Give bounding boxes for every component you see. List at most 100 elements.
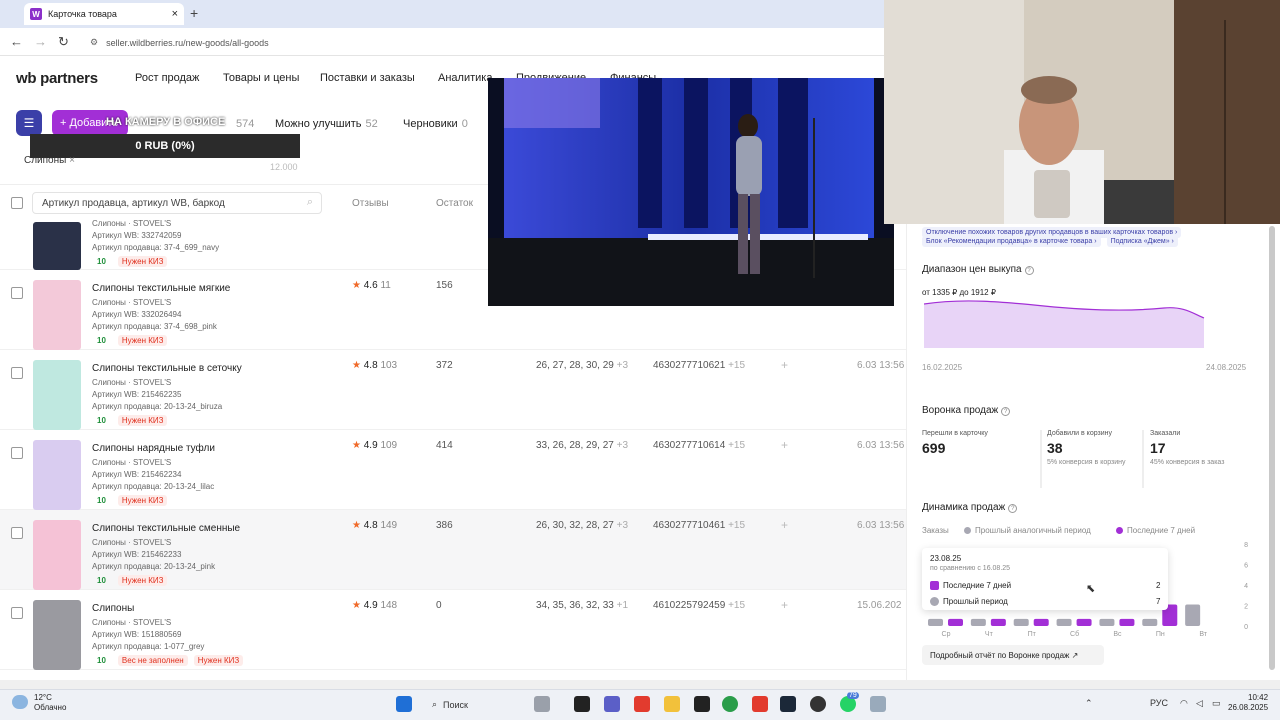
browser-tab[interactable]: W Карточка товара ×	[24, 3, 184, 25]
product-name[interactable]: Слипоны нарядные туфли	[92, 443, 215, 454]
all-count[interactable]: 574	[232, 118, 254, 130]
product-thumbnail[interactable]	[33, 600, 81, 670]
bar-previous-period[interactable]	[1099, 618, 1115, 626]
wifi-icon[interactable]: ◠	[1180, 698, 1188, 709]
back-icon[interactable]: ←	[10, 34, 23, 49]
help-icon[interactable]: ?	[1024, 266, 1034, 275]
product-rating: ★ 4.9 148	[352, 600, 397, 611]
help-icon[interactable]: ?	[1001, 407, 1011, 416]
row-badges: 10 Нужен КИЗ	[97, 256, 168, 267]
link-seller-recommendations[interactable]: Блок «Рекомендации продавца» в карточке …	[922, 236, 1101, 247]
wb-partners-logo[interactable]: wb partners	[16, 70, 98, 87]
legend-last[interactable]: Последние 7 дней	[1116, 526, 1195, 535]
product-thumbnail[interactable]	[33, 440, 81, 510]
new-tab-button[interactable]: +	[190, 5, 198, 21]
tab-can-improve[interactable]: Можно улучшить 52	[275, 118, 378, 130]
speaker-icon[interactable]: ◁	[1196, 698, 1203, 709]
bar-previous-period[interactable]	[1185, 604, 1201, 626]
app-icon[interactable]	[870, 696, 886, 712]
tab-drafts[interactable]: Черновики 0	[403, 118, 468, 130]
sizes-more[interactable]: +3	[617, 360, 628, 371]
barcode-more[interactable]: +15	[728, 360, 745, 371]
add-icon[interactable]: +	[781, 518, 788, 532]
row-checkbox[interactable]	[11, 527, 23, 539]
link-jam-subscription[interactable]: Подписка «Джем» ›	[1106, 236, 1178, 247]
sizes-more[interactable]: +3	[617, 520, 628, 531]
tooltip-compare: по сравнению с 16.08.25	[930, 565, 1011, 572]
bar-last-7-days[interactable]	[990, 618, 1006, 626]
url-field[interactable]: ⚙ seller.wildberries.ru/new-goods/all-go…	[82, 34, 862, 51]
steam-icon[interactable]	[780, 696, 796, 712]
chip-close-icon[interactable]: ×	[69, 155, 75, 166]
obs-icon[interactable]	[810, 696, 826, 712]
nav-analytics[interactable]: Аналитика	[438, 72, 492, 84]
product-thumbnail[interactable]	[33, 222, 81, 270]
product-thumbnail[interactable]	[33, 520, 81, 590]
app-icon[interactable]	[694, 696, 710, 712]
product-name[interactable]: Слипоны текстильные сменные	[92, 523, 240, 534]
column-stock[interactable]: Остаток	[436, 198, 473, 209]
bar-previous-period[interactable]	[1013, 618, 1029, 626]
weather-widget[interactable]: 12°C Облачно	[12, 693, 66, 713]
teams-icon[interactable]	[604, 696, 620, 712]
add-icon[interactable]: +	[781, 438, 788, 452]
price-range-chart	[924, 300, 1205, 348]
orders-label: Заказы	[922, 526, 949, 535]
windows-start-icon[interactable]	[396, 696, 412, 712]
product-date: 6.03 13:56	[857, 520, 905, 531]
product-name[interactable]: Слипоны текстильные в сеточку	[92, 363, 242, 374]
row-checkbox[interactable]	[11, 447, 23, 459]
site-settings-icon[interactable]: ⚙	[90, 37, 98, 48]
sizes-more[interactable]: +1	[617, 600, 628, 611]
forward-icon[interactable]: →	[34, 34, 47, 49]
nav-goods-prices[interactable]: Товары и цены	[223, 72, 299, 84]
product-thumbnail[interactable]	[33, 280, 81, 350]
reload-icon[interactable]: ↻	[58, 34, 69, 50]
barcode-more[interactable]: +15	[728, 600, 745, 611]
yandex-browser-icon[interactable]	[752, 696, 768, 712]
battery-icon[interactable]: ▭	[1212, 698, 1221, 709]
bar-previous-period[interactable]	[970, 618, 986, 626]
search-icon[interactable]: ⌕	[307, 196, 313, 209]
copilot-icon[interactable]	[534, 696, 550, 712]
bar-last-7-days[interactable]	[1033, 618, 1049, 626]
filter-chip[interactable]: Слипоны ×	[24, 155, 75, 166]
add-icon[interactable]: +	[781, 358, 788, 372]
bar-previous-period[interactable]	[1056, 618, 1072, 626]
product-name[interactable]: Слипоны	[92, 603, 134, 614]
detail-report-button[interactable]: Подробный отчёт по Воронке продаж ↗	[922, 645, 1104, 665]
panel-scrollbar[interactable]	[1269, 226, 1275, 670]
file-explorer-icon[interactable]	[664, 696, 680, 712]
nav-supplies-orders[interactable]: Поставки и заказы	[320, 72, 415, 84]
help-icon[interactable]: ?	[1008, 504, 1018, 513]
column-reviews[interactable]: Отзывы	[352, 198, 389, 209]
tray-chevron-icon[interactable]: ⌃	[1085, 698, 1093, 709]
menu-icon[interactable]: ☰	[16, 110, 42, 136]
sizes-more[interactable]: +3	[617, 440, 628, 451]
bar-last-7-days[interactable]	[948, 618, 963, 626]
task-view-icon[interactable]	[574, 696, 590, 712]
legend-prev[interactable]: Прошлый аналогичный период	[964, 526, 1091, 535]
row-checkbox[interactable]	[11, 287, 23, 299]
bar-previous-period[interactable]	[928, 618, 943, 626]
nav-sales-growth[interactable]: Рост продаж	[135, 72, 199, 84]
row-checkbox[interactable]	[11, 607, 23, 619]
product-name[interactable]: Слипоны текстильные мягкие	[92, 283, 230, 294]
product-brand: Слипоны · STOVEL'S	[92, 219, 172, 228]
chrome-icon[interactable]	[722, 696, 738, 712]
yandex-icon[interactable]	[634, 696, 650, 712]
bar-previous-period[interactable]	[1142, 618, 1158, 626]
search-input[interactable]: Артикул продавца, артикул WB, баркод ⌕	[32, 192, 322, 214]
select-all-checkbox[interactable]	[11, 197, 23, 209]
row-checkbox[interactable]	[11, 367, 23, 379]
horizontal-scrollbar[interactable]	[0, 680, 1280, 689]
bar-last-7-days[interactable]	[1119, 618, 1135, 626]
barcode-more[interactable]: +15	[728, 520, 745, 531]
bar-last-7-days[interactable]	[1076, 618, 1092, 626]
barcode-more[interactable]: +15	[728, 440, 745, 451]
language-indicator[interactable]: РУС	[1150, 698, 1168, 708]
add-icon[interactable]: +	[781, 598, 788, 612]
clock[interactable]: 10:42 26.08.2025	[1228, 693, 1268, 713]
product-thumbnail[interactable]	[33, 360, 81, 430]
tab-close-icon[interactable]: ×	[172, 8, 178, 20]
